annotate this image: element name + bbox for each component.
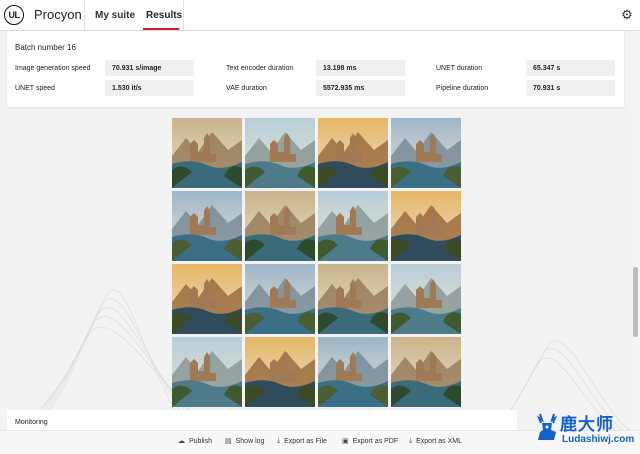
generated-castle-image[interactable] bbox=[245, 264, 315, 334]
divider bbox=[183, 0, 184, 31]
metric-value: 13.198 ms bbox=[316, 60, 405, 76]
metric-value: 70.931 s/image bbox=[105, 60, 194, 76]
generated-castle-image[interactable] bbox=[391, 264, 461, 334]
app-title: Procyon bbox=[34, 7, 82, 22]
watermark-text: 鹿大师 bbox=[560, 415, 614, 435]
gear-icon[interactable]: ⚙ bbox=[620, 8, 634, 22]
metric-label: UNET duration bbox=[436, 65, 483, 72]
watermark: 鹿大师 Ludashiwj.com bbox=[532, 410, 636, 452]
download-icon: ⤓ bbox=[409, 437, 413, 444]
generated-image-grid bbox=[172, 118, 462, 408]
tab-results[interactable]: Results bbox=[146, 10, 182, 21]
export-xml-button[interactable]: ⤓ Export as XML bbox=[409, 437, 462, 445]
generated-castle-image[interactable] bbox=[245, 118, 315, 188]
metric-label: VAE duration bbox=[226, 85, 267, 92]
cloud-upload-icon: ☁ bbox=[178, 438, 185, 445]
metric-value: 1.530 it/s bbox=[105, 80, 194, 96]
show-log-button[interactable]: ▤ Show log bbox=[225, 437, 265, 446]
batch-result-card: Batch number 16 Image generation speed 7… bbox=[7, 31, 624, 107]
export-file-button[interactable]: ⤓ Export as File bbox=[277, 437, 327, 445]
metric-label: UNET speed bbox=[15, 85, 55, 92]
generated-castle-image[interactable] bbox=[245, 337, 315, 407]
export-pdf-label: Export as PDF bbox=[352, 437, 399, 445]
generated-castle-image[interactable] bbox=[318, 337, 388, 407]
generated-castle-image[interactable] bbox=[391, 337, 461, 407]
export-file-label: Export as File bbox=[284, 437, 327, 445]
generated-castle-image[interactable] bbox=[172, 337, 242, 407]
metric-label: Image generation speed bbox=[15, 65, 91, 72]
deer-logo-icon bbox=[536, 413, 558, 440]
generated-castle-image[interactable] bbox=[172, 264, 242, 334]
generated-castle-image[interactable] bbox=[245, 191, 315, 261]
save-icon: ▣ bbox=[342, 438, 349, 445]
ul-logo: UL bbox=[4, 5, 24, 25]
metric-label: Text encoder duration bbox=[226, 65, 294, 72]
generated-castle-image[interactable] bbox=[391, 118, 461, 188]
generated-castle-image[interactable] bbox=[318, 264, 388, 334]
metric-value: 65.347 s bbox=[526, 60, 615, 76]
generated-castle-image[interactable] bbox=[172, 191, 242, 261]
show-log-label: Show log bbox=[235, 437, 265, 445]
generated-castle-image[interactable] bbox=[391, 191, 461, 261]
watermark-url: Ludashiwj.com bbox=[562, 434, 635, 445]
generated-castle-image[interactable] bbox=[318, 191, 388, 261]
generated-castle-image[interactable] bbox=[172, 118, 242, 188]
export-pdf-button[interactable]: ▣ Export as PDF bbox=[342, 437, 399, 446]
metric-value: 5572.935 ms bbox=[316, 80, 405, 96]
download-icon: ⤓ bbox=[277, 437, 281, 444]
batch-title: Batch number 16 bbox=[15, 43, 76, 52]
active-tab-indicator bbox=[143, 28, 179, 30]
metric-label: Pipeline duration bbox=[436, 85, 489, 92]
divider bbox=[84, 0, 85, 31]
results-content: Batch number 16 Image generation speed 7… bbox=[0, 31, 631, 454]
tab-my-suite[interactable]: My suite bbox=[95, 10, 135, 21]
generated-castle-image[interactable] bbox=[318, 118, 388, 188]
export-xml-label: Export as XML bbox=[416, 437, 463, 445]
metric-value: 70.931 s bbox=[526, 80, 615, 96]
top-bar: UL Procyon My suite Results ⚙ bbox=[0, 0, 640, 31]
scrollbar-thumb[interactable] bbox=[633, 267, 638, 337]
document-icon: ▤ bbox=[225, 438, 232, 445]
publish-button[interactable]: ☁ Publish bbox=[178, 437, 212, 446]
vertical-scrollbar[interactable] bbox=[631, 31, 640, 454]
monitoring-label: Monitoring bbox=[15, 419, 48, 426]
publish-label: Publish bbox=[189, 437, 212, 445]
